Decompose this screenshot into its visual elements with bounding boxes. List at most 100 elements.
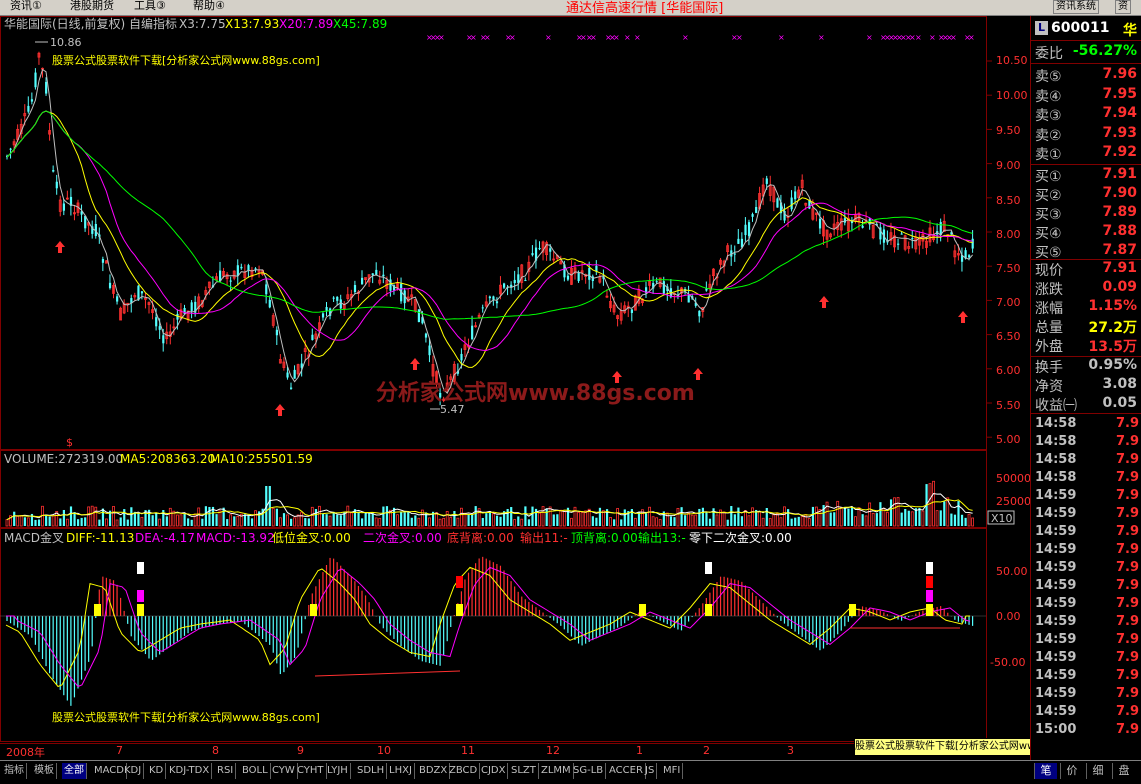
volume-bar <box>829 512 832 526</box>
buy-arrow-icon <box>693 368 703 380</box>
volume-bar <box>570 517 573 527</box>
bottom-ad-banner[interactable]: 股票公式股票软件下载[分析家公式网www.88gs.com] <box>854 738 1032 756</box>
tab-lyjh[interactable]: LYJH <box>325 763 351 779</box>
price-axis: 10.50 10.00 9.50 9.00 8.50 8.00 7.50 7.0… <box>996 54 1028 446</box>
right-tab-3[interactable]: 盘 <box>1112 763 1135 779</box>
volume-bar <box>562 511 566 527</box>
volume-bar <box>155 513 158 526</box>
price-tick: 6.50 <box>996 330 1021 343</box>
volume-bar <box>833 512 836 526</box>
cross-mark: × <box>778 33 785 42</box>
right-tab-2[interactable]: 细 <box>1086 763 1109 779</box>
right-tab-1[interactable]: 价 <box>1060 763 1083 779</box>
tab-kd[interactable]: KD <box>147 763 167 779</box>
macd-signal-block <box>137 590 144 602</box>
volume-bar <box>94 506 98 527</box>
low-golden-cross-label: 低位金叉:0.00 <box>272 530 351 545</box>
price-tick: 10.00 <box>996 89 1028 102</box>
volume-bar <box>616 508 619 527</box>
volume-bar <box>87 506 91 527</box>
tick-row: 14:58 7.9 <box>1035 470 1139 485</box>
ma-label-x3: X3:7.75 <box>179 17 226 31</box>
macd-signal-block <box>926 604 933 616</box>
volume-bar <box>889 499 893 526</box>
tab-sg-lb[interactable]: SG-LB <box>571 763 607 779</box>
right-tab-0[interactable]: 笔 <box>1034 763 1057 779</box>
volume-bar <box>591 516 594 526</box>
menu-item-help[interactable]: 帮助④ <box>193 0 225 13</box>
candle-body <box>747 222 751 237</box>
price-tick: 8.00 <box>996 228 1021 241</box>
tab-cyw[interactable]: CYW <box>270 763 298 779</box>
cross-mark: × <box>509 33 516 42</box>
volume-bar <box>98 519 101 526</box>
tab-rsi[interactable]: RSI <box>215 763 237 779</box>
volume-bar <box>552 514 555 526</box>
volume-bar <box>839 507 843 527</box>
tab-cyht[interactable]: CYHT <box>295 763 327 779</box>
tab-sdlh[interactable]: SDLH <box>355 763 388 779</box>
tab-slzt[interactable]: SLZT <box>509 763 539 779</box>
volume-bar <box>26 517 30 527</box>
news-button-2[interactable]: 资 <box>1115 0 1131 14</box>
tab-accer[interactable]: ACCER <box>607 763 646 779</box>
volume-bar <box>5 519 9 527</box>
volume-bar <box>541 506 545 527</box>
volume-bar <box>368 512 371 526</box>
volume-bar <box>957 501 960 526</box>
candle-body <box>968 255 971 258</box>
tab-zbcd[interactable]: ZBCD <box>447 763 481 779</box>
news-system-button[interactable]: 资讯系统 <box>1053 0 1099 14</box>
ask-level-row: 卖② 7.93 <box>1035 124 1137 144</box>
menu-item-hk-futures[interactable]: 港股期货 <box>70 0 114 13</box>
volume-bar <box>538 512 541 527</box>
tick-row: 14:59 7.9 <box>1035 632 1139 647</box>
tab-模板[interactable]: 模板 <box>32 763 57 779</box>
tab-bdzx[interactable]: BDZX <box>417 763 451 779</box>
volume-bar <box>435 512 438 527</box>
tick-row: 14:58 7.9 <box>1035 452 1139 467</box>
tab-kdj[interactable]: KDJ <box>122 763 145 779</box>
stock-header[interactable]: L 600011 华 <box>1035 20 1139 39</box>
volume-bar <box>278 517 282 527</box>
tab-mfi[interactable]: MFI <box>661 763 684 779</box>
macd-tick: 0.00 <box>996 610 1021 623</box>
volume-bar <box>243 514 247 526</box>
tab-kdj-tdx[interactable]: KDJ-TDX <box>167 763 213 779</box>
price-tick: 8.50 <box>996 194 1021 207</box>
tab-js[interactable]: JS <box>643 763 658 779</box>
volume-bar <box>346 505 350 527</box>
volume-bar <box>168 507 172 527</box>
volume-bar <box>275 508 278 526</box>
tick-row: 14:59 7.9 <box>1035 614 1139 629</box>
candle-body <box>737 238 740 244</box>
volume-bar <box>768 518 772 527</box>
chart-area[interactable]: × × × × × × × × × × × × × × × × × × × × × × × × × × × × × × × × × × × × × × × ×… <box>0 16 1031 743</box>
volume-bar <box>747 515 751 527</box>
volume-bar <box>374 517 378 527</box>
candle-body <box>275 329 278 336</box>
volume-bar <box>158 518 162 527</box>
tab-boll[interactable]: BOLL <box>240 763 271 779</box>
tab-cjdx[interactable]: CJDX <box>479 763 509 779</box>
volume-label: VOLUME:272319.00 <box>4 452 123 466</box>
price-panel-ad: 股票公式股票软件下载[分析家公式网www.88gs.com] <box>52 53 320 67</box>
menu-item-tools[interactable]: 工具③ <box>134 0 166 13</box>
volume-bar <box>701 507 704 526</box>
tab-zlmm[interactable]: ZLMM <box>539 763 574 779</box>
stock-name: 华 <box>1123 23 1137 39</box>
volume-bar <box>967 513 971 527</box>
candle-body <box>229 280 232 282</box>
volume-bar <box>204 506 207 526</box>
volume-bar <box>730 506 733 526</box>
kline-chart[interactable]: ×××× ×× ×× ×× × ×× ×× ××× × × × ×× × × × ×××××××× × × ××××… <box>0 16 1031 743</box>
volume-bar <box>226 519 229 526</box>
macd-diff-line <box>5 566 970 688</box>
tab-全部[interactable]: 全部 <box>62 763 87 779</box>
tab-指标[interactable]: 指标 <box>2 763 27 779</box>
volume-bar <box>250 518 254 526</box>
tab-lhxj[interactable]: LHXJ <box>387 763 415 779</box>
menu-item-news[interactable]: 资讯① <box>10 0 42 13</box>
volume-bar <box>843 507 846 526</box>
macd-signal-block <box>456 576 463 588</box>
